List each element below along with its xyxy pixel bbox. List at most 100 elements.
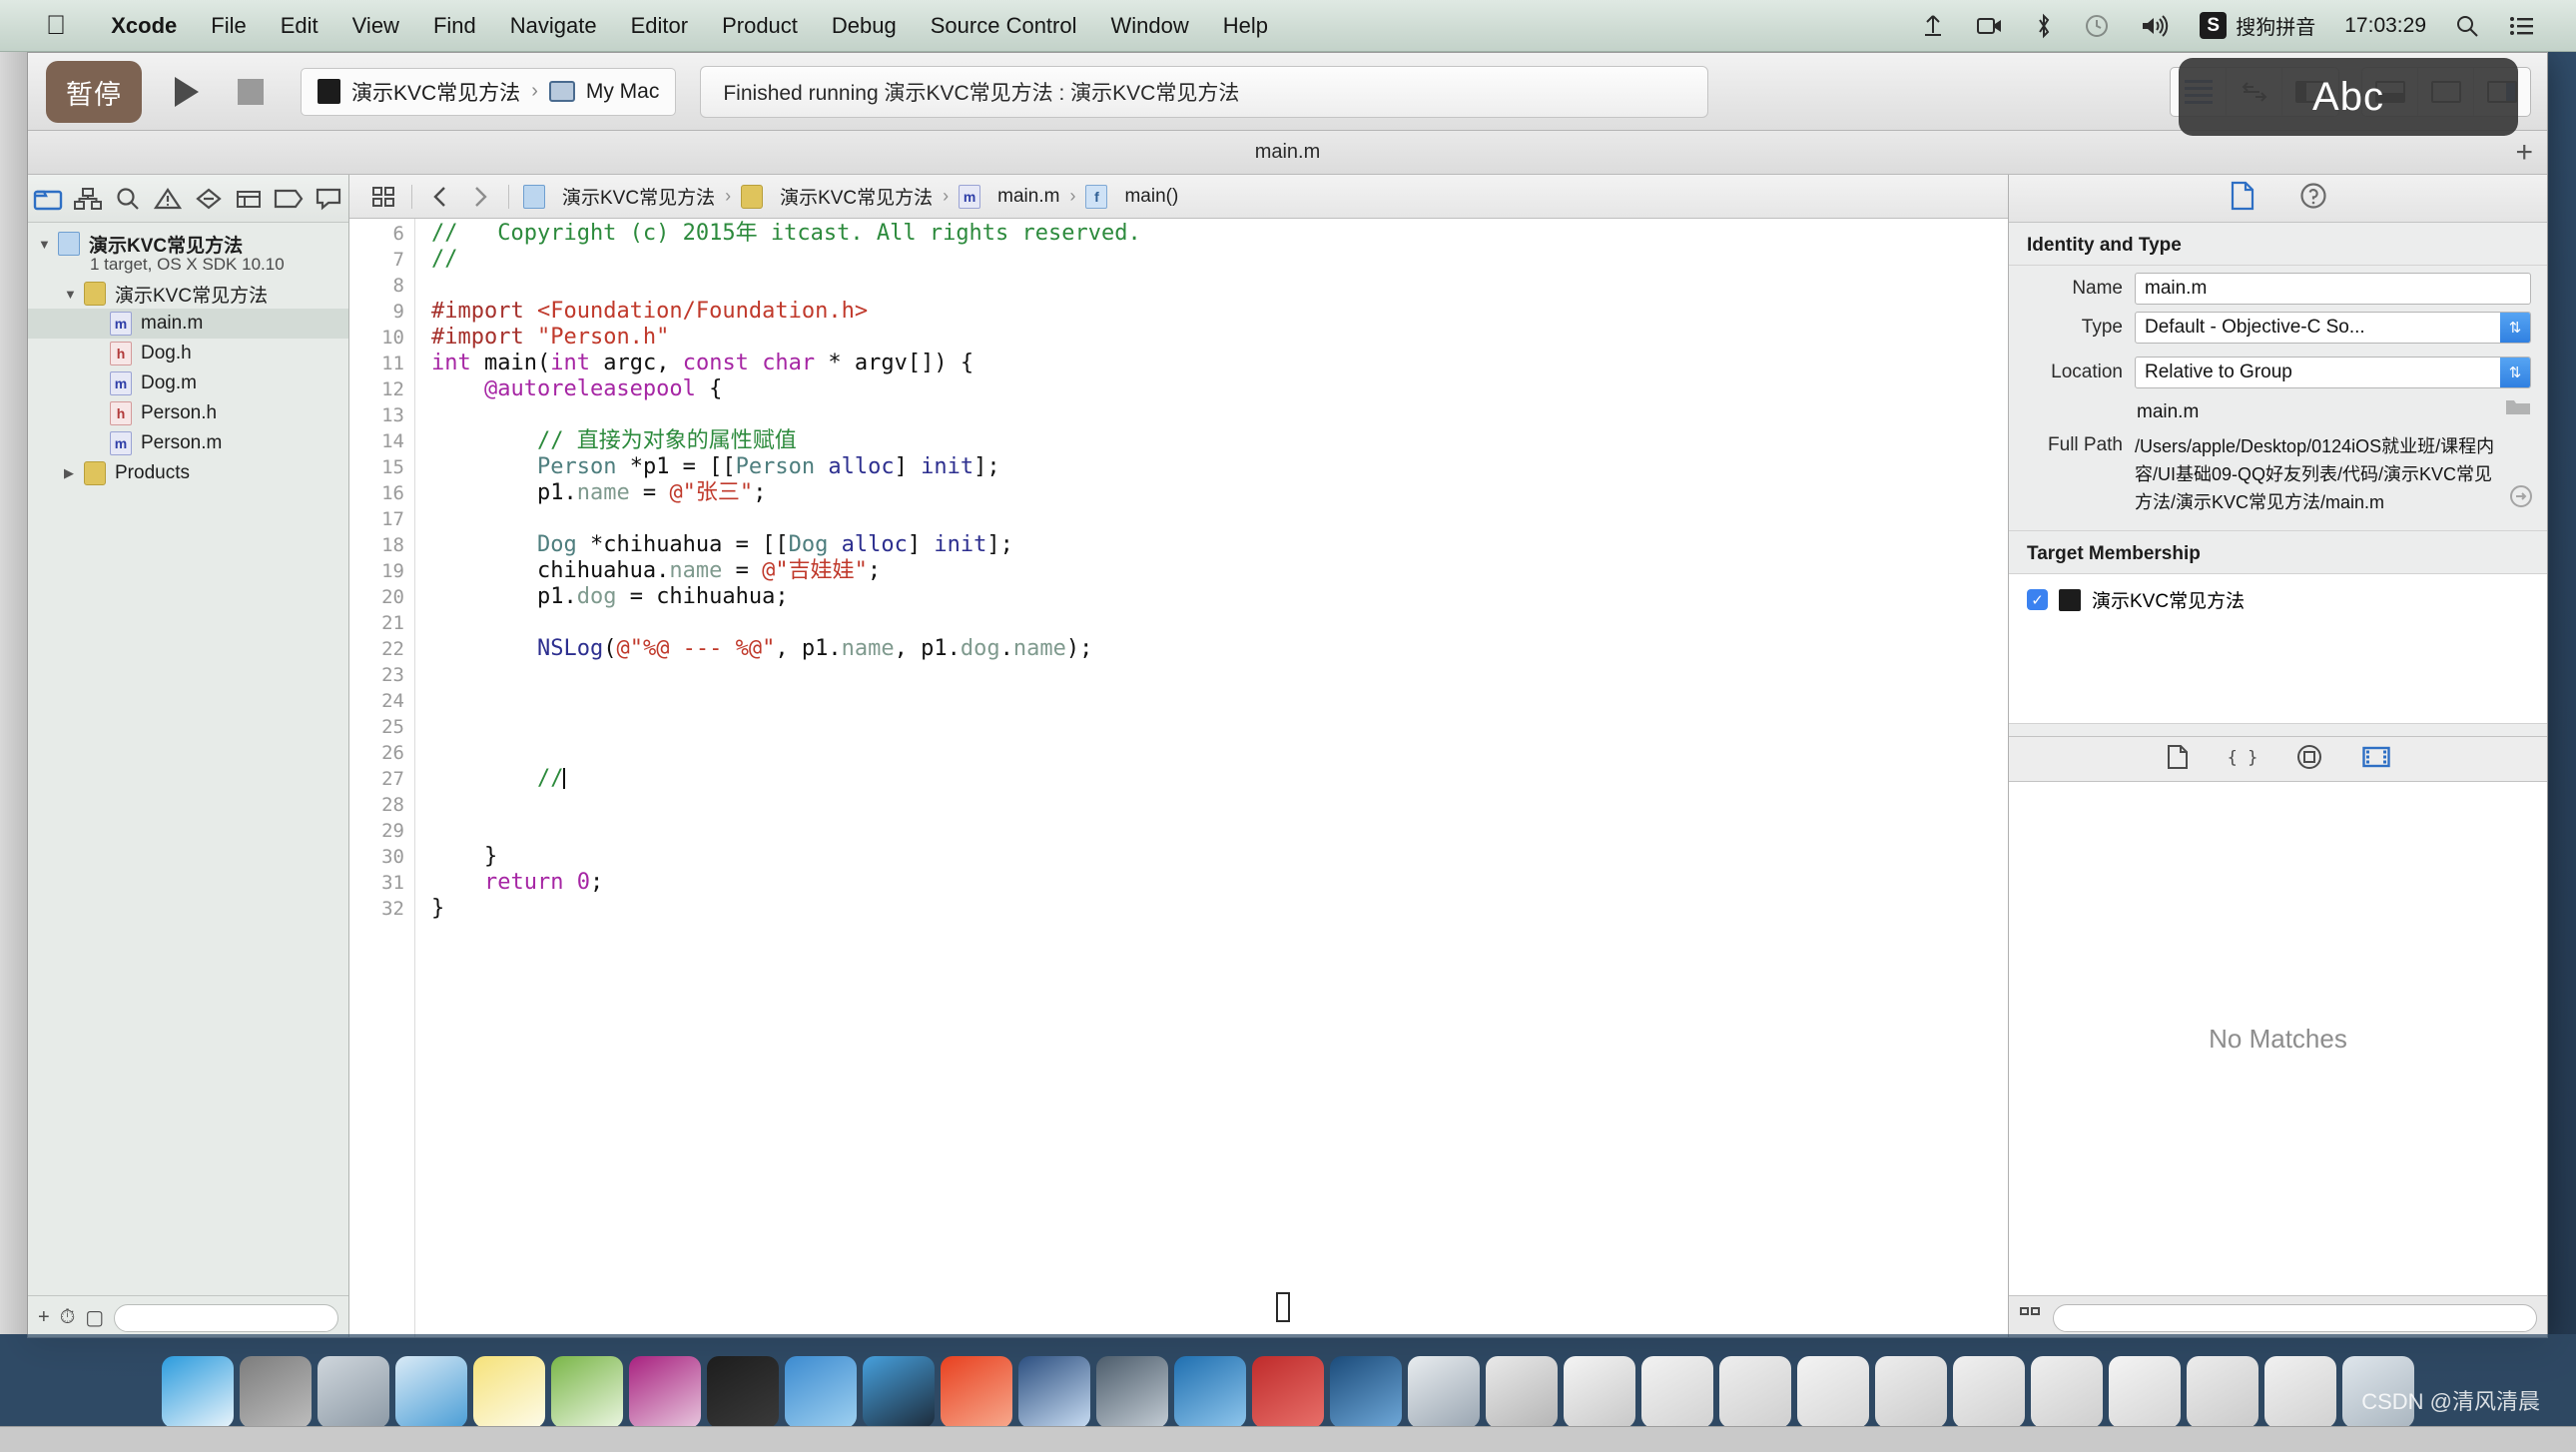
breakpoint-icon[interactable] (269, 176, 309, 222)
recent-icon[interactable]: ⏱ (60, 1306, 76, 1329)
breadcrumb-1[interactable]: 演示KVC常见方法 (735, 183, 939, 210)
bluetooth-icon[interactable] (2019, 13, 2069, 39)
menu-debug[interactable]: Debug (815, 13, 914, 39)
code-line[interactable] (431, 662, 2008, 688)
dock-item-window-1[interactable] (1641, 1356, 1713, 1428)
stop-button[interactable] (219, 66, 283, 118)
dock-item-window-5[interactable] (1953, 1356, 2025, 1428)
nav-item-Dog.m[interactable]: m Dog.m (28, 368, 348, 398)
dock-item-launchpad[interactable] (318, 1356, 389, 1428)
search-icon[interactable] (2440, 14, 2494, 38)
media-library-icon[interactable] (2361, 745, 2390, 774)
add-icon[interactable]: + (38, 1306, 50, 1329)
airdrop-icon[interactable] (1905, 13, 1961, 39)
back-chevron-icon[interactable] (420, 185, 460, 209)
quick-help-icon[interactable] (2299, 182, 2327, 215)
dock-item-thunder[interactable] (1174, 1356, 1246, 1428)
forward-chevron-icon[interactable] (460, 185, 500, 209)
dock-item-parallels[interactable] (941, 1356, 1012, 1428)
name-field[interactable]: main.m (2135, 273, 2531, 305)
breadcrumb-2[interactable]: m main.m (953, 184, 1065, 209)
run-button[interactable] (155, 66, 219, 118)
dock-item-window-4[interactable] (1875, 1356, 1947, 1428)
location-popup[interactable]: Relative to Group ⇅ (2135, 357, 2531, 388)
menu-help[interactable]: Help (1206, 13, 1285, 39)
nav-item-Person.h[interactable]: h Person.h (28, 398, 348, 428)
file-template-library-icon[interactable] (2167, 744, 2189, 775)
sogou-ime-badge[interactable]: S 搜狗拼音 (2185, 11, 2330, 40)
menu-find[interactable]: Find (416, 13, 493, 39)
object-library-icon[interactable] (2296, 744, 2322, 775)
code-line[interactable]: return 0; (431, 870, 2008, 896)
code-line[interactable]: // (431, 247, 2008, 273)
dock-item-charts[interactable] (1408, 1356, 1480, 1428)
project-navigator-tree[interactable]: 演示KVC常见方法1 target, OS X SDK 10.10演示KVC常见… (28, 223, 348, 1295)
nav-item-Dog.h[interactable]: h Dog.h (28, 339, 348, 368)
disclosure-triangle-icon[interactable] (64, 287, 84, 302)
code-line[interactable] (431, 818, 2008, 844)
debug-icon[interactable] (229, 176, 269, 222)
breadcrumb-0[interactable]: 演示KVC常见方法 (517, 183, 721, 210)
code-line[interactable]: } (431, 844, 2008, 870)
dock-item-system-preferences[interactable] (240, 1356, 312, 1428)
code-line[interactable] (431, 740, 2008, 766)
sourcecontrol-icon[interactable] (68, 176, 108, 222)
report-icon[interactable] (309, 176, 348, 222)
code-line[interactable] (431, 714, 2008, 740)
dock-item-window-6[interactable] (2031, 1356, 2103, 1428)
menu-edit[interactable]: Edit (264, 13, 335, 39)
dock-item-window-8[interactable] (2187, 1356, 2258, 1428)
dock-item-stickies[interactable] (473, 1356, 545, 1428)
code-line[interactable]: } (431, 896, 2008, 922)
dock-item-terminal[interactable] (707, 1356, 779, 1428)
code-line[interactable] (431, 792, 2008, 818)
code-line[interactable]: @autoreleasepool { (431, 376, 2008, 402)
library-filter-field[interactable] (2053, 1303, 2537, 1332)
dock-item-window-2[interactable] (1719, 1356, 1791, 1428)
scheme-selector[interactable]: 演示KVC常见方法 › My Mac (301, 67, 677, 116)
test-icon[interactable] (189, 176, 229, 222)
nav-item-Products[interactable]: Products (28, 458, 348, 488)
filter-icon[interactable]: ▢ (85, 1305, 104, 1330)
code-line[interactable]: chihuahua.name = @"吉娃娃"; (431, 558, 2008, 584)
code-line[interactable]: int main(int argc, const char * argv[]) … (431, 351, 2008, 376)
dock-item-xcode[interactable] (785, 1356, 857, 1428)
menu-source-control[interactable]: Source Control (914, 13, 1094, 39)
pause-badge[interactable]: 暂停 (46, 61, 142, 123)
code-snippet-library-icon[interactable]: { } (2227, 745, 2257, 774)
nav-item-main.m[interactable]: m main.m (28, 309, 348, 339)
code-line[interactable]: NSLog(@"%@ --- %@", p1.name, p1.dog.name… (431, 636, 2008, 662)
dock-item-snipaste[interactable] (1018, 1356, 1090, 1428)
menu-navigate[interactable]: Navigate (493, 13, 614, 39)
type-popup[interactable]: Default - Objective-C So... ⇅ (2135, 312, 2531, 344)
code-line[interactable]: // 直接为对象的属性赋值 (431, 428, 2008, 454)
dock[interactable] (0, 1338, 2576, 1428)
code-line[interactable] (431, 610, 2008, 636)
dock-item-onenote[interactable] (629, 1356, 701, 1428)
volume-icon[interactable] (2125, 13, 2185, 39)
add-tab-button[interactable]: + (2515, 136, 2533, 170)
screen-record-icon[interactable] (1961, 15, 2019, 37)
disclosure-triangle-icon[interactable] (64, 465, 84, 481)
code-line[interactable]: #import <Foundation/Foundation.h> (431, 299, 2008, 325)
menu-product[interactable]: Product (705, 13, 815, 39)
nav-item-Person.m[interactable]: m Person.m (28, 428, 348, 458)
target-checkbox[interactable]: ✓ (2027, 589, 2048, 610)
folder-icon[interactable] (28, 176, 68, 222)
code-area[interactable]: 6 7 8 9 10 11 12 13 14 15 16 17 18 19 20 21 22 23 24 25 26 27… (349, 219, 2008, 1337)
library-grid-icon[interactable] (2019, 1305, 2043, 1330)
code-line[interactable]: Dog *chihuahua = [[Dog alloc] init]; (431, 532, 2008, 558)
code-line[interactable]: // Copyright (c) 2015年 itcast. All right… (431, 221, 2008, 247)
choose-folder-icon[interactable] (2505, 396, 2531, 422)
dock-item-window-7[interactable] (2109, 1356, 2181, 1428)
nav-item-演示KVC常见方法[interactable]: 演示KVC常见方法 (28, 279, 348, 309)
code-line[interactable] (431, 506, 2008, 532)
menu-view[interactable]: View (335, 13, 416, 39)
related-files-icon[interactable] (363, 186, 403, 208)
reveal-in-finder-icon[interactable] (2509, 484, 2533, 514)
search-icon[interactable] (108, 176, 148, 222)
menubar-clock[interactable]: 17:03:29 (2330, 14, 2440, 38)
menu-xcode[interactable]: Xcode (94, 13, 194, 39)
tab-main-m[interactable]: main.m (1255, 141, 1321, 164)
code-line[interactable] (431, 402, 2008, 428)
